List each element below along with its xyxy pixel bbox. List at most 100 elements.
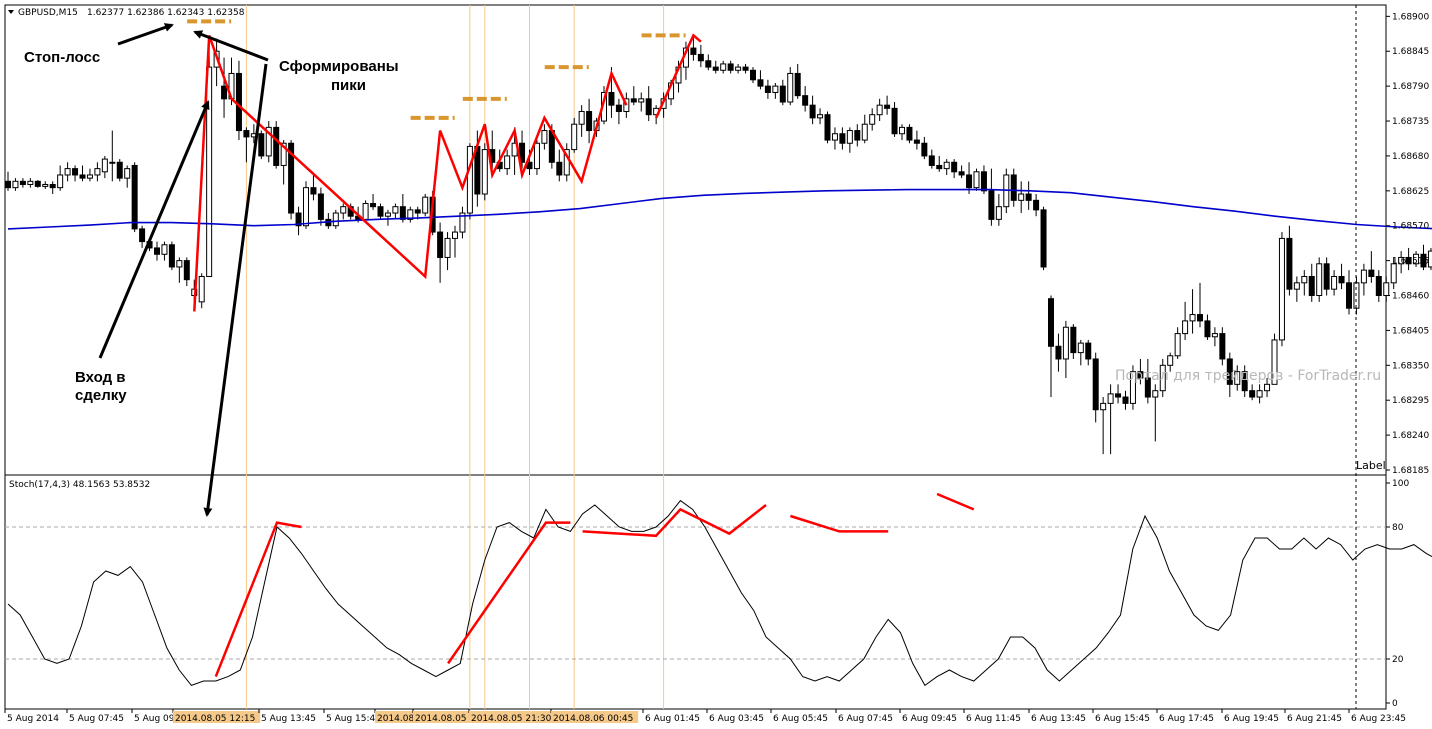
time-tick-label: 6 Aug 07:45 — [838, 714, 893, 724]
candle — [168, 241, 175, 271]
candle-body — [1189, 314, 1196, 322]
time-tick-label: 6 Aug 21:45 — [1287, 714, 1342, 724]
candle-body — [1092, 358, 1099, 411]
candle-body — [951, 161, 958, 173]
time-tick-label: 5 Aug 09: — [134, 714, 178, 724]
candle-body — [258, 133, 265, 157]
price-tick-label: 1.68515 — [1392, 257, 1429, 267]
candle-body — [131, 164, 138, 230]
trading-chart[interactable]: 1.68900 1.68845 1.68790 1.68735 1.68680 1.686… — [0, 0, 1432, 729]
candle-body — [504, 155, 511, 170]
price-tick-label: 1.68240 — [1392, 431, 1429, 441]
candle-body — [615, 104, 622, 113]
candle-body — [802, 95, 809, 106]
candle-body — [1249, 390, 1256, 398]
candle-body — [370, 203, 377, 208]
candle-body — [198, 275, 205, 303]
candle-body — [466, 145, 473, 214]
candle-body — [869, 114, 876, 125]
candle-body — [183, 260, 190, 281]
entry-label-line2: сделку — [75, 387, 127, 404]
candle-body — [340, 206, 347, 214]
candle-body — [310, 187, 317, 195]
candle-body — [824, 114, 831, 141]
stop-loss-label: Стоп-лосс — [24, 49, 100, 66]
candle-body — [913, 139, 920, 144]
entry-label-line1: Вход в — [75, 369, 125, 386]
candle-body — [921, 142, 928, 157]
candle-body — [1085, 342, 1092, 360]
price-tick-label: 1.68405 — [1392, 326, 1429, 336]
candle-body — [94, 168, 101, 176]
candle-body — [49, 183, 56, 189]
candle-body — [1346, 282, 1352, 309]
candle-body — [1152, 390, 1159, 398]
candle-body — [690, 47, 697, 55]
price-tick-label: 1.68735 — [1392, 117, 1429, 127]
candle-body — [1368, 269, 1375, 277]
price-axis: 1.68900 1.68845 1.68790 1.68735 1.68680 1.686… — [1386, 12, 1429, 476]
candle-body — [742, 66, 749, 71]
candle-body — [980, 171, 987, 192]
candle-body — [533, 142, 540, 170]
price-tick-label: 1.68900 — [1392, 12, 1429, 22]
candle-body — [86, 174, 93, 179]
candle-body — [5, 180, 11, 189]
candle-body — [906, 126, 913, 141]
candle-body — [571, 123, 578, 151]
candle-body — [19, 180, 26, 185]
candle-body — [235, 72, 242, 132]
candle-body — [712, 66, 719, 71]
candle-body — [943, 161, 950, 170]
candle-body — [846, 130, 853, 144]
candle-body — [876, 104, 883, 116]
candle-body — [705, 60, 712, 68]
candle — [1040, 206, 1047, 271]
candle-body — [1383, 282, 1390, 297]
price-tick-label: 1.68295 — [1392, 396, 1429, 406]
candle-body — [392, 206, 399, 214]
candle-body — [1055, 345, 1062, 360]
candle-body — [124, 168, 131, 179]
candle-body — [34, 180, 41, 187]
candle — [466, 143, 473, 220]
candle-body — [1264, 383, 1271, 392]
candle-body — [779, 85, 786, 103]
candle — [34, 180, 41, 188]
price-tick-label: 1.68570 — [1392, 222, 1429, 232]
time-tick-label: 2014.08.05 12:15 — [175, 714, 255, 724]
candle-body — [697, 53, 704, 62]
candle-body — [1204, 320, 1211, 338]
candle — [481, 143, 488, 201]
candle-body — [1040, 209, 1047, 268]
candle-body — [362, 203, 369, 220]
candle-body — [884, 104, 891, 109]
corner-label: Label — [1356, 459, 1386, 472]
candle-body — [139, 228, 146, 243]
candle-body — [787, 72, 794, 103]
candle-body — [1301, 275, 1308, 284]
time-tick-label: 5 Aug 15:45 — [326, 714, 381, 724]
candle-body — [958, 171, 965, 176]
candle-body — [422, 196, 429, 214]
candle-body — [243, 130, 250, 138]
ohlc-quotes: 1.62377 1.62386 1.62343 1.62358 — [87, 8, 245, 18]
candle-body — [1070, 326, 1077, 354]
candle — [131, 162, 138, 233]
time-tick-label: 5 Aug 2014 — [7, 714, 59, 724]
candle-body — [891, 107, 898, 135]
candle-body — [399, 206, 406, 220]
candle-body — [1323, 263, 1330, 290]
candle-body — [12, 180, 19, 189]
candle-body — [1107, 393, 1114, 404]
watermark: Портал для трейдеров - ForTrader.ru — [1115, 368, 1381, 384]
candle-body — [444, 237, 451, 258]
candle-body — [1048, 298, 1054, 347]
candle-body — [481, 149, 488, 195]
time-tick-label: 6 Aug 05:45 — [773, 714, 828, 724]
candle-body — [1174, 333, 1181, 357]
candle-body — [101, 158, 108, 173]
candle-body — [452, 231, 458, 239]
price-tick-label: 1.68625 — [1392, 187, 1429, 197]
candle-body — [608, 91, 615, 106]
